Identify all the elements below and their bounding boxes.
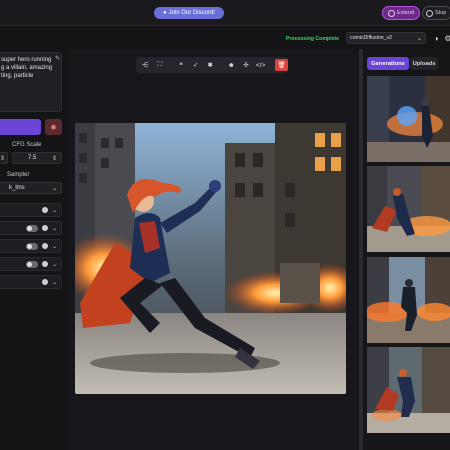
pin-icon[interactable]: ✎ bbox=[55, 55, 60, 62]
model-select[interactable]: comicDiffusion_v2 ⌄ bbox=[346, 32, 426, 44]
prompt-text: super hero running g a villain, amazing … bbox=[1, 57, 53, 79]
stepper-icon: ⇕ bbox=[0, 155, 5, 162]
quote-icon[interactable]: ❝ bbox=[175, 59, 188, 71]
code-icon[interactable]: </> bbox=[254, 59, 267, 71]
stop-button[interactable]: Stop bbox=[422, 6, 450, 20]
thumbnail-1[interactable] bbox=[367, 76, 450, 162]
steps-input[interactable]: ⇕ bbox=[0, 152, 8, 164]
toggle-switch[interactable] bbox=[25, 224, 38, 232]
sampler-label: Sampler bbox=[7, 172, 30, 178]
option-row-5[interactable]: ⌄ bbox=[0, 275, 62, 289]
toggle-switch[interactable] bbox=[25, 260, 38, 268]
sampler-value: k_lms bbox=[9, 185, 25, 191]
info-icon bbox=[41, 207, 48, 213]
chevron-down-icon: ⌄ bbox=[51, 225, 57, 232]
chevron-down-icon: ⌄ bbox=[51, 261, 57, 268]
chevron-down-icon: ⌄ bbox=[51, 185, 57, 192]
share-icon[interactable]: ⋲ bbox=[139, 59, 152, 71]
asterisk-icon[interactable]: ✱ bbox=[204, 59, 217, 71]
toggle-switch[interactable] bbox=[25, 242, 38, 250]
chevron-down-icon: ⌄ bbox=[416, 35, 422, 42]
status-text: Processing Complete bbox=[286, 36, 340, 42]
cfg-scale-label: CFG Scale bbox=[12, 142, 42, 148]
option-row-2[interactable]: ⌄ bbox=[0, 221, 62, 235]
chevron-down-icon: ⌄ bbox=[51, 279, 57, 286]
info-icon bbox=[41, 261, 48, 267]
info-icon bbox=[41, 279, 48, 285]
cfg-scale-input[interactable]: 7.5 ⇕ bbox=[12, 152, 62, 164]
option-row-4[interactable]: ⌄ bbox=[0, 257, 62, 271]
generate-button[interactable] bbox=[0, 119, 41, 135]
leaf-icon[interactable]: ✓ bbox=[189, 59, 202, 71]
chevron-down-icon: ⌄ bbox=[51, 243, 57, 250]
image-toolbar: ⋲ ⛶ ❝ ✓ ✱ ☻ ✣ </> 🗑 bbox=[136, 57, 288, 73]
cfg-scale-value: 7.5 bbox=[28, 155, 37, 161]
trash-icon[interactable]: 🗑 bbox=[275, 59, 288, 71]
extend-icon bbox=[387, 9, 395, 17]
model-value: comicDiffusion_v2 bbox=[350, 35, 392, 41]
generated-image[interactable] bbox=[75, 123, 346, 394]
discord-label: Join Our Discord! bbox=[168, 10, 215, 16]
extend-label: Extend bbox=[396, 10, 415, 16]
expand-icon[interactable]: ✣ bbox=[240, 59, 253, 71]
option-row-3[interactable]: ⌄ bbox=[0, 239, 62, 253]
settings-icon[interactable]: ⚙ bbox=[443, 33, 450, 43]
globe-icon[interactable]: ◑ bbox=[431, 33, 441, 43]
thumbnail-4[interactable] bbox=[367, 347, 450, 433]
face-icon[interactable]: ☻ bbox=[225, 59, 238, 71]
stop-icon bbox=[426, 9, 433, 17]
chevron-down-icon: ⌄ bbox=[51, 207, 57, 214]
stepper-icon: ⇕ bbox=[51, 155, 57, 162]
tab-uploads[interactable]: Uploads bbox=[410, 57, 438, 70]
tab-generations[interactable]: Generations bbox=[367, 57, 409, 70]
discord-button[interactable]: ● Join Our Discord! bbox=[154, 7, 224, 19]
thumbnail-3[interactable] bbox=[367, 257, 450, 343]
thumbnail-2[interactable] bbox=[367, 166, 450, 252]
sampler-select[interactable]: k_lms ⌄ bbox=[0, 182, 62, 194]
info-icon bbox=[41, 243, 48, 249]
stop-label: Stop bbox=[435, 10, 447, 16]
options-button[interactable]: ✹ bbox=[45, 119, 62, 135]
fullscreen-icon[interactable]: ⛶ bbox=[154, 59, 167, 71]
discord-icon: ● bbox=[163, 10, 167, 16]
option-row-1[interactable]: ⌄ bbox=[0, 203, 62, 217]
gear-icon: ✹ bbox=[50, 122, 57, 132]
prompt-input[interactable]: super hero running g a villain, amazing … bbox=[0, 52, 62, 112]
info-icon bbox=[41, 225, 48, 231]
extend-button[interactable]: Extend bbox=[382, 6, 420, 20]
top-bar: ● Join Our Discord! Extend Stop bbox=[0, 0, 450, 26]
